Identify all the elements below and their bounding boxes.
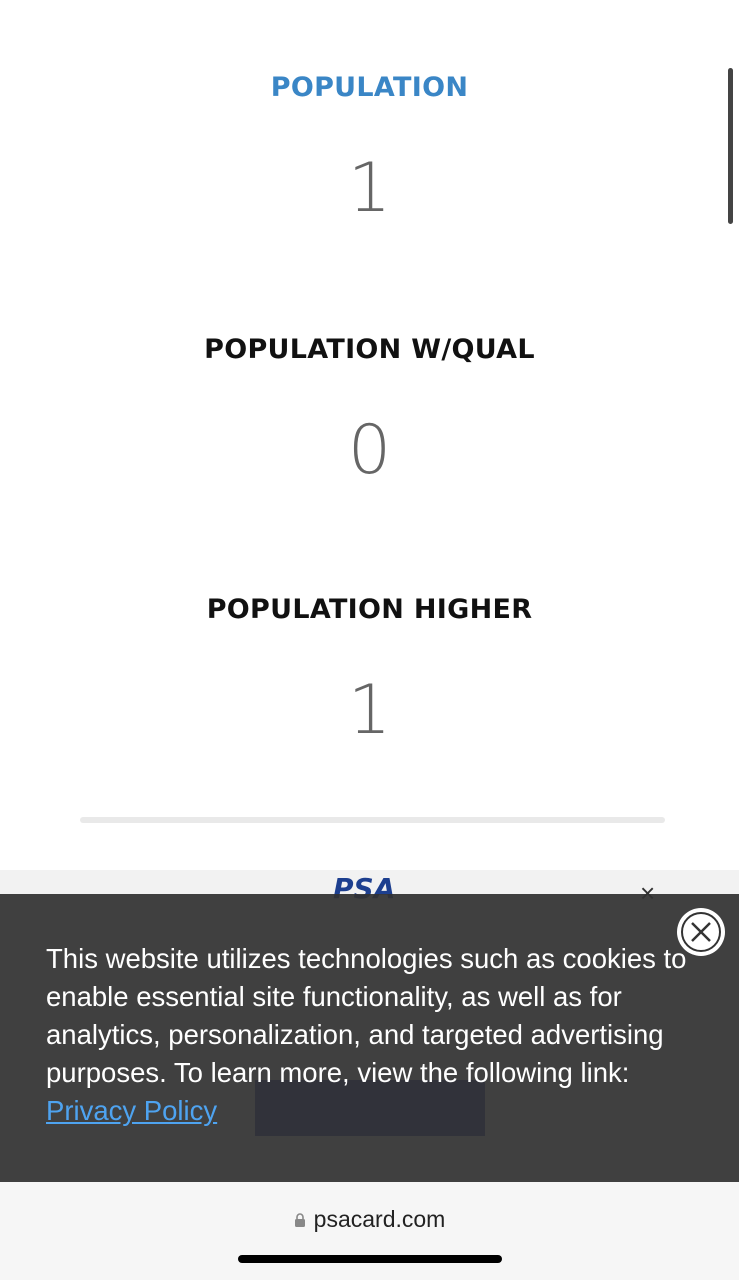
privacy-policy-link[interactable]: Privacy Policy: [46, 1095, 217, 1126]
cookie-message: This website utilizes technologies such …: [46, 940, 696, 1130]
close-circle-icon: [681, 912, 721, 952]
population-qual-stat: POPULATION W/QUAL 0: [0, 334, 739, 485]
population-stat: POPULATION 1: [0, 72, 739, 223]
population-qual-value: 0: [347, 411, 392, 490]
browser-address-bar: psacard.com: [0, 1182, 739, 1280]
cookie-message-text: This website utilizes technologies such …: [46, 943, 687, 1088]
lock-icon: [294, 1213, 305, 1227]
population-higher-stat: POPULATION HIGHER 1: [0, 594, 739, 745]
url-text: psacard.com: [313, 1206, 446, 1232]
cookie-close-button[interactable]: [677, 908, 725, 956]
section-divider: [80, 817, 665, 823]
population-label[interactable]: POPULATION: [0, 72, 739, 103]
population-qual-label[interactable]: POPULATION W/QUAL: [0, 334, 739, 365]
population-higher-label[interactable]: POPULATION HIGHER: [0, 594, 739, 625]
cookie-banner: This website utilizes technologies such …: [0, 894, 739, 1182]
home-indicator[interactable]: [238, 1255, 502, 1263]
population-higher-value: 1: [347, 671, 392, 750]
population-value: 1: [347, 149, 392, 228]
url-display[interactable]: psacard.com: [0, 1206, 739, 1233]
